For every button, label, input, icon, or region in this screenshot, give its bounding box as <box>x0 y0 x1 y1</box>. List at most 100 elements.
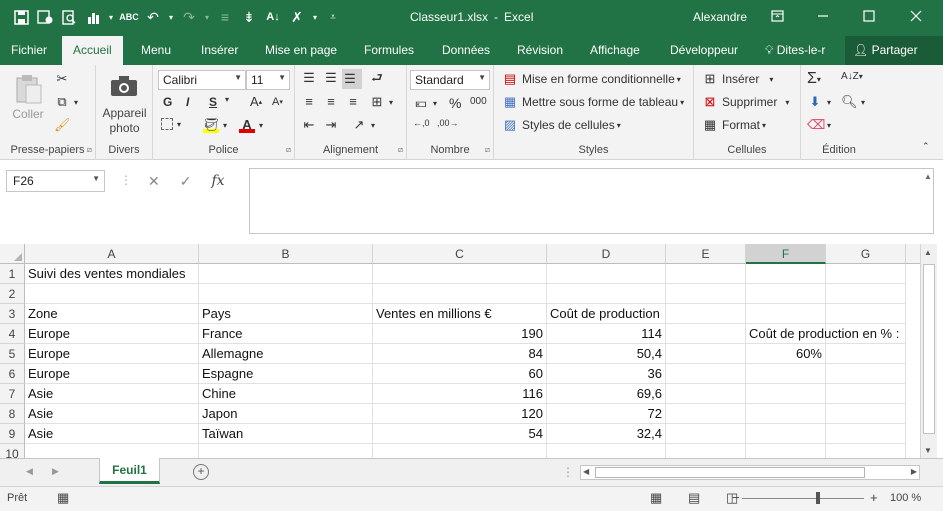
fill-color-icon[interactable]: 🪣︎ ▾ <box>203 117 227 133</box>
row-header-8[interactable]: 8 <box>0 404 25 424</box>
sort-icon[interactable]: A↓ <box>262 6 284 28</box>
cancel-icon[interactable]: ✕ <box>148 173 160 190</box>
tab-fichier[interactable]: Fichier <box>11 43 47 57</box>
cell-e3[interactable] <box>666 304 746 324</box>
normal-view-icon[interactable]: ▦ <box>650 490 662 506</box>
share-button[interactable]: 👤︎ Partager <box>845 36 943 65</box>
autosave-icon[interactable] <box>34 6 56 28</box>
chart-icon[interactable] <box>82 6 104 28</box>
cell-b8[interactable]: Japon <box>199 404 373 424</box>
add-sheet-button[interactable]: + <box>193 464 209 480</box>
sort-filter-icon[interactable]: A↓Z ▾ <box>841 71 863 82</box>
cell-f6[interactable] <box>746 364 826 384</box>
borders-icon[interactable]: ▾ <box>161 118 181 130</box>
scroll-up-icon[interactable]: ▲ <box>924 248 932 257</box>
shrink-font-button[interactable]: A ▾ <box>272 96 283 108</box>
cell-b3[interactable]: Pays <box>199 304 373 324</box>
row-header-3[interactable]: 3 <box>0 304 25 324</box>
row-header-1[interactable]: 1 <box>0 264 25 284</box>
cell-d1[interactable] <box>547 264 666 284</box>
column-header-c[interactable]: C <box>373 244 547 264</box>
column-header-e[interactable]: E <box>666 244 746 264</box>
row-header-6[interactable]: 6 <box>0 364 25 384</box>
chevron-down-icon[interactable]: ▾ <box>310 6 320 28</box>
column-header-g[interactable]: G <box>826 244 906 264</box>
zoom-level[interactable]: 100 % <box>890 492 921 504</box>
camera-button[interactable]: Appareil photo <box>98 106 151 136</box>
cell-e9[interactable] <box>666 424 746 444</box>
cell-a10[interactable] <box>25 444 199 458</box>
format-painter-icon[interactable]: 🖌︎ <box>54 117 74 133</box>
cell-c4[interactable]: 190 <box>373 324 547 344</box>
cell-d6[interactable]: 36 <box>547 364 666 384</box>
wrap-text-icon[interactable]: ⮐ <box>369 70 389 86</box>
column-header-b[interactable]: B <box>199 244 373 264</box>
row-header-5[interactable]: 5 <box>0 344 25 364</box>
cell-e6[interactable] <box>666 364 746 384</box>
dialog-launcher-icon[interactable]: ⧄ <box>286 145 291 155</box>
cell-d9[interactable]: 32,4 <box>547 424 666 444</box>
cell-d10[interactable] <box>547 444 666 458</box>
cell-c9[interactable]: 54 <box>373 424 547 444</box>
tab-donnees[interactable]: Données <box>442 43 490 57</box>
cell-d3[interactable]: Coût de production <box>547 304 666 324</box>
tab-mise-en-page[interactable]: Mise en page <box>265 43 337 57</box>
dialog-launcher-icon[interactable]: ⧄ <box>398 145 403 155</box>
cell-g3[interactable] <box>826 304 906 324</box>
page-layout-view-icon[interactable]: ▤ <box>688 490 700 506</box>
clear-icon[interactable]: ⌫ ▾ <box>807 117 831 133</box>
cell-g5[interactable] <box>826 344 906 364</box>
cell-g2[interactable] <box>826 284 906 304</box>
camera-icon[interactable] <box>110 75 138 100</box>
cell-e5[interactable] <box>666 344 746 364</box>
dialog-launcher-icon[interactable]: ⧄ <box>485 145 490 155</box>
delete-cells-button[interactable]: ⊠ Supprimer ▾ <box>702 94 790 110</box>
cell-a5[interactable]: Europe <box>25 344 199 364</box>
align-top-icon[interactable]: ☰ <box>301 70 321 86</box>
minimize-icon[interactable] <box>800 0 846 32</box>
cell-e8[interactable] <box>666 404 746 424</box>
maximize-icon[interactable] <box>846 0 892 32</box>
cell-c3[interactable]: Ventes en millions € <box>373 304 547 324</box>
insert-function-button[interactable]: fx <box>211 173 224 189</box>
cut-icon[interactable]: ✂ <box>54 71 74 87</box>
zoom-slider-thumb[interactable] <box>816 492 820 504</box>
number-format-select[interactable]: Standard ▼ <box>410 70 490 90</box>
cell-f9[interactable] <box>746 424 826 444</box>
cell-e2[interactable] <box>666 284 746 304</box>
tab-formules[interactable]: Formules <box>364 43 414 57</box>
bold-button[interactable]: G <box>163 95 172 109</box>
cell-e4[interactable] <box>666 324 746 344</box>
tab-inserer[interactable]: Insérer <box>201 43 238 57</box>
dialog-launcher-icon[interactable]: ⧄ <box>87 145 92 155</box>
cell-f10[interactable] <box>746 444 826 458</box>
cell-d8[interactable]: 72 <box>547 404 666 424</box>
cell-b7[interactable]: Chine <box>199 384 373 404</box>
zoom-slider[interactable] <box>742 498 864 499</box>
user-name[interactable]: Alexandre <box>693 10 747 24</box>
decrease-indent-icon[interactable]: ⇤ <box>301 117 321 133</box>
cell-d2[interactable] <box>547 284 666 304</box>
cell-c8[interactable]: 120 <box>373 404 547 424</box>
cell-g8[interactable] <box>826 404 906 424</box>
column-header-h[interactable] <box>906 244 920 264</box>
horizontal-scroll-thumb[interactable] <box>595 467 865 478</box>
find-icon[interactable]: 🔍︎ ▾ <box>841 94 865 110</box>
cell-e1[interactable] <box>666 264 746 284</box>
sheet-tab-feuil1[interactable]: Feuil1 <box>99 458 160 484</box>
scroll-left-icon[interactable]: ◀ <box>583 467 589 476</box>
save-icon[interactable] <box>10 6 32 28</box>
next-sheet-icon[interactable]: ▶ <box>52 466 59 477</box>
previous-sheet-icon[interactable]: ◀ <box>26 466 33 477</box>
cell-c10[interactable] <box>373 444 547 458</box>
row-header-7[interactable]: 7 <box>0 384 25 404</box>
font-size-select[interactable]: 11 ▼ <box>246 70 290 90</box>
conditional-formatting-button[interactable]: ▤ Mise en forme conditionnelle ▾ <box>502 71 681 87</box>
chevron-down-icon[interactable]: ▾ <box>106 6 116 28</box>
chevron-down-icon[interactable]: ▾ <box>166 6 176 28</box>
close-icon[interactable] <box>893 0 939 32</box>
cell-b10[interactable] <box>199 444 373 458</box>
decrease-decimal-icon[interactable]: ,00→ <box>437 118 459 128</box>
splitter-icon[interactable]: ⋮ <box>562 465 574 479</box>
copy-icon[interactable]: ⧉ ▾ <box>54 94 78 110</box>
